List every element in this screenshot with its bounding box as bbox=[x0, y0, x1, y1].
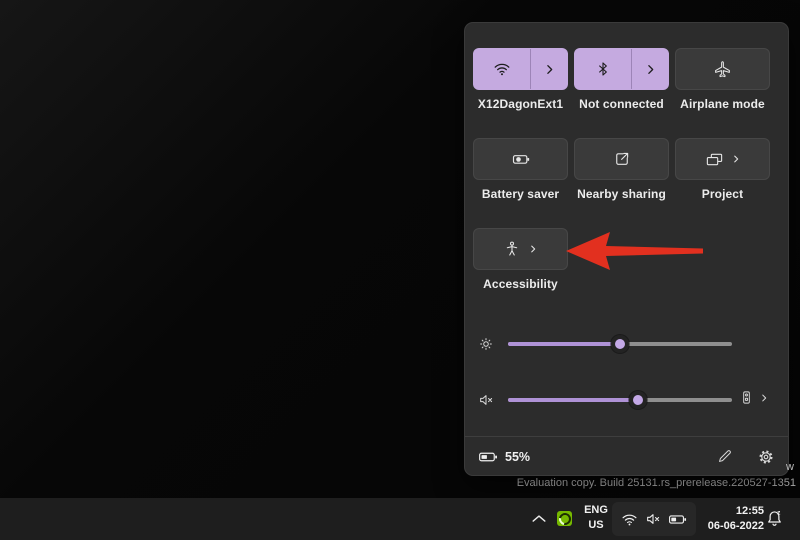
airplane-mode-tile[interactable] bbox=[675, 48, 770, 90]
battery-saver-icon bbox=[512, 155, 529, 164]
clock[interactable]: 12:55 06-06-2022 bbox=[708, 504, 764, 534]
tile-cell-bluetooth: Not connected bbox=[574, 48, 669, 111]
chevron-right-icon bbox=[546, 64, 552, 74]
brightness-slider[interactable] bbox=[508, 335, 732, 353]
red-arrow-annotation bbox=[566, 232, 703, 270]
accessibility-label: Accessibility bbox=[483, 277, 558, 291]
watermark-line1-fragment: w bbox=[786, 461, 794, 473]
tile-cell-project: Project bbox=[675, 138, 770, 201]
brightness-row bbox=[477, 334, 778, 354]
bluetooth-icon bbox=[599, 62, 607, 76]
quick-settings-footer: 55% bbox=[465, 436, 788, 476]
nvidia-eye-glyph bbox=[556, 510, 573, 527]
taskbar: ENG US 12:55 06-06-2022 z bbox=[0, 498, 800, 540]
bluetooth-tile[interactable] bbox=[574, 48, 669, 90]
accessibility-tile[interactable] bbox=[473, 228, 568, 270]
project-icon bbox=[706, 153, 722, 165]
chevron-up-icon[interactable] bbox=[529, 509, 549, 529]
language-indicator[interactable]: ENG US bbox=[577, 503, 615, 533]
audio-output-selector[interactable] bbox=[739, 390, 769, 405]
bell-dnd-icon[interactable]: z bbox=[764, 508, 785, 529]
svg-text:z: z bbox=[777, 510, 781, 517]
edit-pencil-icon[interactable] bbox=[716, 448, 733, 465]
share-icon bbox=[615, 152, 628, 165]
airplane-mode-label: Airplane mode bbox=[680, 97, 765, 111]
wifi-tile[interactable] bbox=[473, 48, 568, 90]
volume-muted-icon bbox=[647, 514, 660, 524]
battery-status[interactable]: 55% bbox=[478, 447, 530, 467]
battery-percent-label: 55% bbox=[505, 449, 531, 464]
battery-saver-tile[interactable] bbox=[473, 138, 568, 180]
watermark-build-text: Evaluation copy. Build 25131.rs_prerelea… bbox=[516, 477, 796, 489]
chevron-right-icon bbox=[647, 64, 653, 74]
language-line2: US bbox=[588, 519, 604, 531]
bluetooth-toggle[interactable] bbox=[575, 49, 631, 89]
speaker-output-icon bbox=[743, 391, 750, 404]
wifi-toggle[interactable] bbox=[474, 49, 530, 89]
brightness-fill bbox=[508, 342, 620, 346]
tile-cell-nearby-sharing: Nearby sharing bbox=[574, 138, 669, 201]
system-tray-group[interactable] bbox=[612, 502, 696, 536]
nvidia-tray-icon[interactable] bbox=[556, 510, 573, 527]
airplane-icon bbox=[715, 60, 730, 77]
nearby-sharing-label: Nearby sharing bbox=[577, 187, 666, 201]
language-line1: ENG bbox=[584, 504, 608, 516]
bluetooth-expand-button[interactable] bbox=[632, 49, 668, 89]
brightness-thumb[interactable] bbox=[611, 335, 629, 353]
footer-actions bbox=[716, 448, 775, 466]
volume-muted-icon[interactable] bbox=[478, 392, 494, 408]
desktop: { "colors": { "accent": "#c5aae0", "slid… bbox=[0, 0, 800, 540]
battery-icon bbox=[669, 514, 687, 524]
settings-gear-icon[interactable] bbox=[757, 448, 775, 466]
battery-icon bbox=[479, 452, 497, 461]
tile-cell-wifi: X12DagonExt1 bbox=[473, 48, 568, 111]
chevron-right-icon[interactable] bbox=[759, 393, 769, 403]
volume-row bbox=[477, 390, 778, 410]
wifi-icon bbox=[622, 514, 637, 525]
volume-fill bbox=[508, 398, 638, 402]
accessibility-icon bbox=[506, 241, 518, 256]
chevron-right-icon bbox=[531, 245, 536, 253]
battery-saver-label: Battery saver bbox=[481, 187, 560, 201]
nearby-sharing-tile[interactable] bbox=[574, 138, 669, 180]
tile-cell-accessibility: Accessibility bbox=[473, 228, 568, 291]
tile-cell-airplane: Airplane mode bbox=[675, 48, 770, 111]
chevron-right-icon bbox=[733, 155, 738, 163]
clock-time: 12:55 bbox=[735, 505, 764, 517]
project-tile[interactable] bbox=[675, 138, 770, 180]
volume-slider[interactable] bbox=[508, 391, 732, 409]
clock-date: 06-06-2022 bbox=[707, 520, 764, 532]
project-label: Project bbox=[701, 187, 744, 201]
bluetooth-label: Not connected bbox=[579, 97, 664, 111]
tile-cell-battery-saver: Battery saver bbox=[473, 138, 568, 201]
wifi-expand-button[interactable] bbox=[531, 49, 567, 89]
volume-thumb[interactable] bbox=[628, 391, 647, 409]
brightness-sun-icon bbox=[480, 338, 492, 350]
wifi-label: X12DagonExt1 bbox=[477, 97, 564, 111]
wifi-icon bbox=[494, 63, 510, 76]
